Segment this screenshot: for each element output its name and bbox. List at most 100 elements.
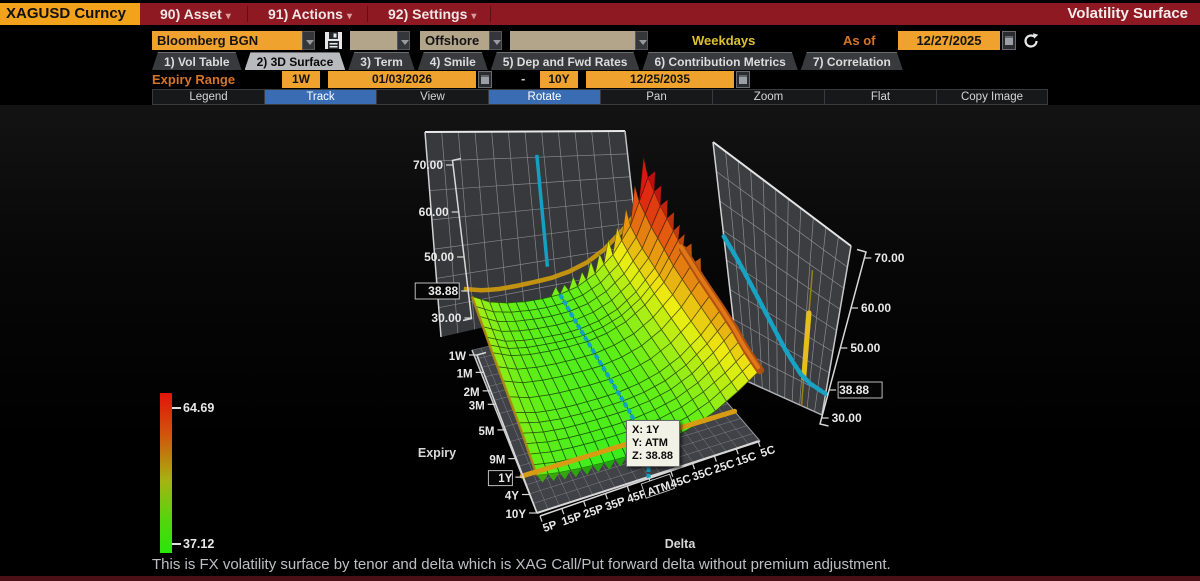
extra-dropdown-value	[510, 31, 635, 50]
bloomberg-terminal-window: XAGUSD Curncy 90) Asset ▾ 91) Actions ▾ 92…	[0, 0, 1200, 581]
menu-separator	[367, 6, 368, 22]
tab-strip: 1) Vol Table 2) 3D Surface 3) Term 4) Sm…	[152, 52, 906, 70]
expiry-axis-tick: 5M	[478, 426, 494, 438]
expiry-axis-tick: 10Y	[506, 509, 527, 521]
toolbar-copy-image-button[interactable]: Copy Image	[936, 89, 1048, 105]
tab-3d-surface[interactable]: 2) 3D Surface	[245, 52, 346, 70]
calendar-icon[interactable]	[736, 71, 750, 88]
expiry-axis-tick: 1Y	[498, 473, 512, 485]
z-axis-tick-right: 50.00	[850, 341, 880, 355]
page-title: Volatility Surface	[1067, 3, 1188, 25]
z-axis-tick-right: 60.00	[861, 301, 891, 315]
menu-settings[interactable]: 92) Settings ▾	[388, 3, 476, 25]
price-source-value: Bloomberg BGN	[152, 31, 302, 50]
delta-axis-tick: 5P	[541, 519, 559, 535]
as-of-date-field[interactable]: 12/27/2025	[898, 31, 1000, 50]
tooltip-y-label: Y:	[632, 437, 642, 449]
calendar-icon[interactable]	[1002, 31, 1016, 50]
delta-axis-title: Delta	[665, 537, 697, 551]
z-axis-tick-right: 38.88	[839, 383, 869, 397]
ticker-tab[interactable]: XAGUSD Curncy	[0, 3, 140, 25]
price-source-dropdown[interactable]: Bloomberg BGN	[152, 31, 315, 50]
z-axis-tick-left: 30.00	[431, 311, 461, 325]
end-date-field[interactable]: 12/25/2035	[586, 71, 734, 88]
tab-correlation[interactable]: 7) Correlation	[801, 52, 903, 70]
toolbar-track-button[interactable]: Track	[264, 89, 376, 105]
end-tenor-field[interactable]: 10Y	[540, 71, 578, 88]
title-bar: XAGUSD Curncy 90) Asset ▾ 91) Actions ▾ 92…	[0, 0, 1200, 27]
dropdown-arrow-icon[interactable]	[302, 31, 315, 50]
menu-actions[interactable]: 91) Actions ▾	[268, 3, 352, 25]
save-icon[interactable]	[324, 31, 343, 50]
as-of-label: As of	[843, 33, 876, 48]
toolbar-flat-button[interactable]: Flat	[824, 89, 936, 105]
expiry-axis-tick: 1W	[449, 351, 466, 363]
tooltip-z-value: 38.88	[645, 450, 673, 462]
delta-axis-tick-group: 5C	[759, 444, 777, 460]
legend-min-label: 37.12	[172, 537, 214, 551]
expiry-axis-tick: 3M	[469, 400, 485, 412]
footer-strip	[0, 576, 1200, 581]
secondary-dropdown[interactable]	[350, 31, 410, 50]
market-dropdown[interactable]: Offshore	[420, 31, 502, 50]
tab-dep-fwd-rates[interactable]: 5) Dep and Fwd Rates	[491, 52, 640, 70]
tab-term[interactable]: 3) Term	[348, 52, 414, 70]
toolbar-rotate-button[interactable]: Rotate	[488, 89, 600, 105]
track-tooltip: X: 1Y Y: ATM Z: 38.88	[626, 420, 680, 467]
toolbar-pan-button[interactable]: Pan	[600, 89, 712, 105]
range-separator: -	[521, 71, 525, 86]
tab-contribution-metrics[interactable]: 6) Contribution Metrics	[642, 52, 797, 70]
expiry-axis-tick: 4Y	[505, 491, 519, 503]
menu-asset[interactable]: 90) Asset ▾	[160, 3, 231, 25]
tooltip-y-value: ATM	[645, 437, 668, 449]
dropdown-arrow-icon[interactable]	[397, 31, 410, 50]
expiry-axis-tick: 1M	[457, 368, 473, 380]
expiry-axis-tick: 9M	[489, 455, 505, 467]
chevron-down-icon: ▾	[226, 11, 231, 22]
calendar-icon[interactable]	[478, 71, 492, 88]
chevron-down-icon: ▾	[471, 11, 476, 22]
chevron-down-icon: ▾	[347, 11, 352, 22]
delta-axis-tick-group: 5P	[541, 519, 559, 535]
volatility-surface-chart[interactable]: 70.00 60.00 50.00 38.88 30.00 70.00 60.00 50.00…	[0, 105, 1200, 554]
z-axis-tick-left: 50.00	[424, 250, 454, 264]
toolbar-view-button[interactable]: View	[376, 89, 488, 105]
calendar-mode-label[interactable]: Weekdays	[692, 33, 755, 48]
menu-separator	[247, 6, 248, 22]
z-axis-tick-left: 60.00	[419, 205, 449, 219]
expiry-range-label: Expiry Range	[152, 72, 235, 87]
extra-dropdown[interactable]	[510, 31, 648, 50]
secondary-dropdown-value	[350, 31, 397, 50]
tooltip-z-label: Z:	[632, 450, 642, 462]
market-dropdown-value: Offshore	[420, 31, 489, 50]
delta-axis-tick: 5C	[759, 444, 777, 460]
legend-tick	[172, 407, 181, 409]
expiry-axis-tick: 2M	[464, 387, 480, 399]
z-axis-tick-left: 70.00	[413, 158, 443, 172]
dropdown-arrow-icon[interactable]	[489, 31, 502, 50]
start-date-field[interactable]: 01/03/2026	[328, 71, 476, 88]
tab-vol-table[interactable]: 1) Vol Table	[152, 52, 242, 70]
expiry-axis-title: Expiry	[418, 446, 456, 460]
refresh-icon[interactable]	[1022, 32, 1040, 50]
tooltip-x-value: 1Y	[646, 424, 659, 436]
toolbar-legend-button[interactable]: Legend	[152, 89, 264, 105]
menu-actions-label: 91) Actions	[268, 6, 343, 22]
control-row: Bloomberg BGN Offshore Weekdays As of 12…	[0, 28, 1200, 52]
z-axis-tick-right: 70.00	[874, 251, 904, 265]
menu-settings-label: 92) Settings	[388, 6, 467, 22]
menu-asset-label: 90) Asset	[160, 6, 222, 22]
surface-3d-plot[interactable]: 70.00 60.00 50.00 38.88 30.00 70.00 60.00 50.00…	[0, 105, 1200, 554]
chart-description: This is FX volatility surface by tenor a…	[152, 556, 891, 573]
tooltip-x-label: X:	[632, 424, 643, 436]
z-axis-tick-left: 38.88	[428, 284, 458, 298]
dropdown-arrow-icon[interactable]	[635, 31, 648, 50]
start-tenor-field[interactable]: 1W	[282, 71, 320, 88]
tab-smile[interactable]: 4) Smile	[418, 52, 488, 70]
color-scale-legend	[160, 393, 172, 553]
chart-toolbar: Legend Track View Rotate Pan Zoom Flat C…	[152, 89, 1048, 105]
z-axis-tick-right: 30.00	[832, 411, 862, 425]
toolbar-zoom-button[interactable]: Zoom	[712, 89, 824, 105]
menu-separator	[490, 6, 491, 22]
legend-tick	[172, 543, 181, 545]
